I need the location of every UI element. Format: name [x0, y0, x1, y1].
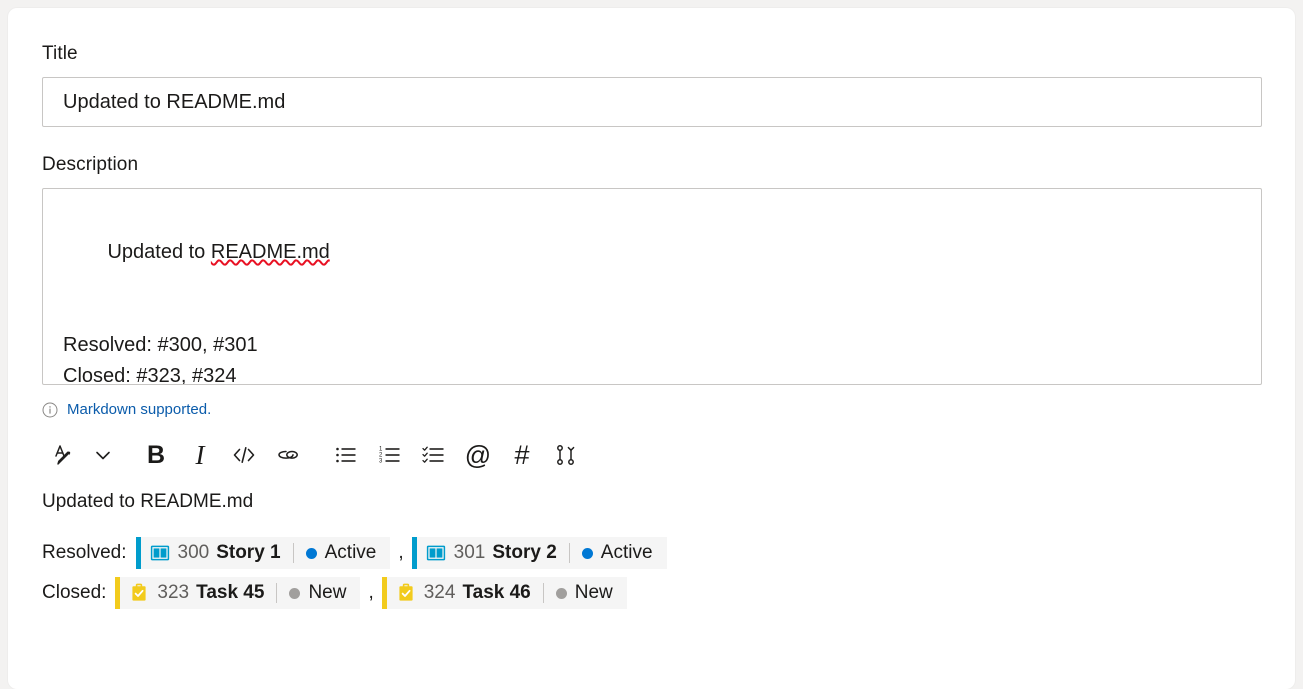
state-dot	[305, 547, 317, 559]
info-circle-icon	[42, 402, 58, 418]
form-card: Title Description Updated to README.md R…	[8, 8, 1295, 689]
description-line-3: Resolved: #300, #301	[63, 334, 258, 356]
italic-glyph: I	[195, 440, 205, 470]
clipboard-check-icon	[396, 583, 416, 603]
preview-paragraph: Updated to README.md	[42, 491, 254, 512]
description-misspelled-word: README.md	[210, 241, 330, 263]
state-dot	[581, 547, 593, 559]
chip-title: Task 45	[196, 582, 265, 603]
checklist-icon[interactable]	[412, 433, 456, 477]
title-label: Title	[42, 43, 78, 64]
chip-state: New	[574, 582, 613, 603]
chip-id: 301	[453, 542, 486, 563]
work-item-chip[interactable]: 323 Task 45 New	[115, 577, 361, 609]
mention-glyph: @	[464, 440, 492, 470]
preview-row-closed: Closed: 323 Task 45 New , 324 Task 46 Ne…	[42, 577, 1261, 609]
chip-divider	[542, 583, 544, 603]
description-text-plain: Updated to	[107, 241, 211, 263]
title-input[interactable]	[42, 77, 1262, 127]
book-icon	[426, 543, 446, 563]
description-label: Description	[42, 154, 139, 175]
description-line-1: Updated to README.md	[63, 206, 1241, 299]
bold-glyph: B	[146, 441, 166, 469]
chip-state: Active	[600, 542, 653, 563]
chip-title: Story 1	[216, 542, 281, 563]
hashtag-icon[interactable]: #	[500, 433, 544, 477]
markdown-preview: Updated to README.md Resolved: 300 Story…	[42, 489, 1261, 609]
chip-divider	[568, 543, 570, 563]
markdown-hint: Markdown supported.	[42, 399, 1261, 421]
description-line-4: Closed: #323, #324	[63, 365, 237, 385]
work-item-chip[interactable]: 300 Story 1 Active	[135, 537, 391, 569]
state-dot	[555, 587, 567, 599]
italic-icon[interactable]: I	[178, 433, 222, 477]
mention-icon[interactable]: @	[456, 433, 500, 477]
toolbar-gap	[310, 455, 324, 456]
code-icon[interactable]	[222, 433, 266, 477]
hashtag-glyph: #	[514, 440, 530, 470]
numbered-list-icon[interactable]: 1 2 3	[368, 433, 412, 477]
work-item-chip[interactable]: 324 Task 46 New	[381, 577, 627, 609]
chevron-down-icon[interactable]	[86, 433, 120, 477]
state-dot	[289, 587, 301, 599]
preview-row-resolved: Resolved: 300 Story 1 Active , 301 Story…	[42, 537, 1261, 569]
pull-request-icon[interactable]	[544, 433, 588, 477]
text-style-icon[interactable]	[42, 433, 86, 477]
row-label-resolved: Resolved:	[42, 542, 127, 563]
chip-title: Task 46	[462, 582, 531, 603]
toolbar-gap	[120, 455, 134, 456]
chip-divider	[276, 583, 278, 603]
bulleted-list-icon[interactable]	[324, 433, 368, 477]
markdown-hint-text[interactable]: Markdown supported.	[67, 400, 211, 420]
description-line-2	[63, 299, 1241, 330]
link-icon[interactable]	[266, 433, 310, 477]
clipboard-check-icon	[129, 583, 149, 603]
chip-divider	[292, 543, 294, 563]
markdown-toolbar: B I 1 2 3 @ #	[42, 433, 1261, 477]
description-textarea[interactable]: Updated to README.md Resolved: #300, #30…	[42, 188, 1262, 385]
row-label-closed: Closed:	[42, 582, 107, 603]
chip-id: 300	[177, 542, 210, 563]
chip-separator: ,	[398, 542, 404, 563]
work-item-chip[interactable]: 301 Story 2 Active	[411, 537, 667, 569]
bold-icon[interactable]: B	[134, 433, 178, 477]
chip-separator: ,	[368, 582, 374, 603]
book-icon	[150, 543, 170, 563]
chip-id: 324	[423, 582, 456, 603]
work-item-form: Title Description Updated to README.md R…	[8, 8, 1295, 609]
chip-title: Story 2	[492, 542, 557, 563]
svg-text:3: 3	[379, 459, 383, 465]
chip-state: Active	[324, 542, 377, 563]
chip-id: 323	[157, 582, 190, 603]
chip-state: New	[308, 582, 347, 603]
